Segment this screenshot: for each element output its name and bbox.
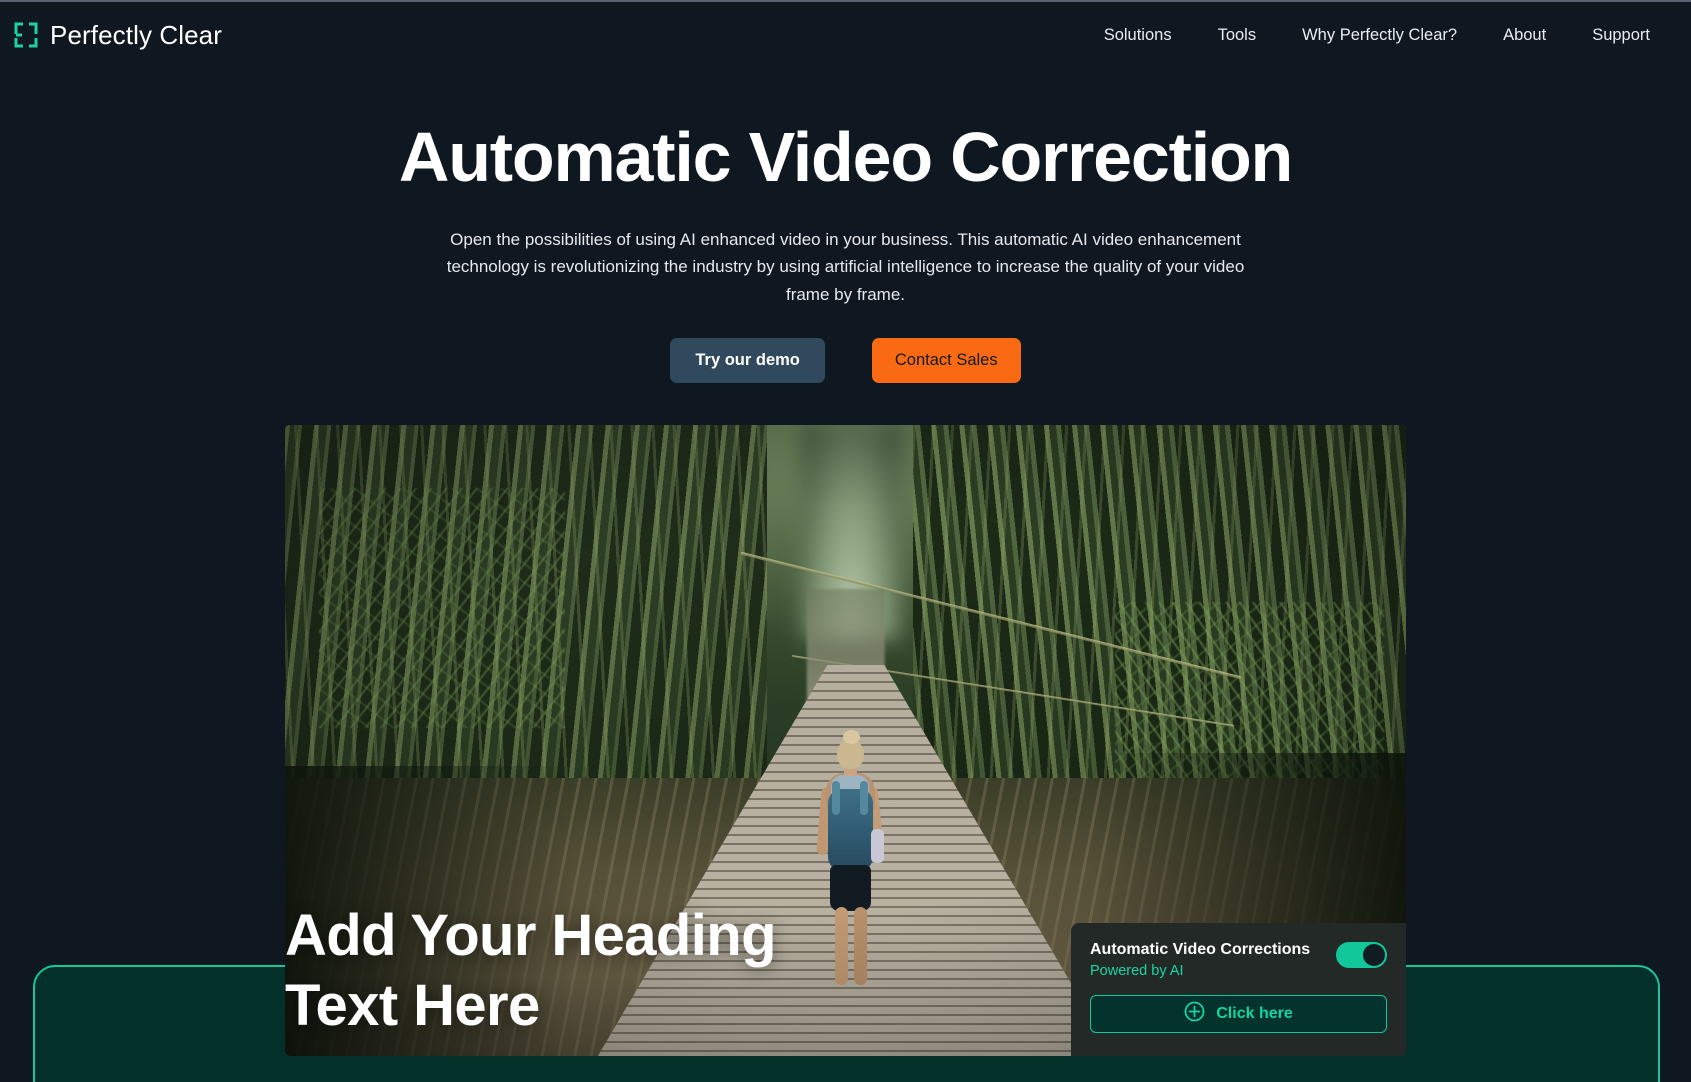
hero-button-group: Try our demo Contact Sales	[0, 338, 1691, 384]
nav-item-tools[interactable]: Tools	[1195, 18, 1280, 53]
video-corrections-card: Automatic Video Corrections Powered by A…	[1071, 923, 1406, 1056]
card-subtitle: Powered by AI	[1090, 963, 1184, 979]
nav-item-support[interactable]: Support	[1569, 18, 1673, 53]
main-navigation: Solutions Tools Why Perfectly Clear? Abo…	[1081, 18, 1673, 53]
auto-corrections-toggle[interactable]	[1336, 942, 1387, 968]
video-preview[interactable]: Add Your Heading Text Here Automatic Vid…	[285, 425, 1406, 1056]
contact-sales-button[interactable]: Contact Sales	[871, 338, 1021, 384]
hero-section: Automatic Video Correction Open the poss…	[0, 68, 1691, 384]
toggle-knob	[1363, 944, 1385, 966]
nav-item-solutions[interactable]: Solutions	[1081, 18, 1195, 53]
page-title: Automatic Video Correction	[398, 118, 1293, 196]
nav-item-why[interactable]: Why Perfectly Clear?	[1279, 18, 1480, 53]
try-demo-button[interactable]: Try our demo	[670, 338, 825, 384]
brand-logo[interactable]: Perfectly Clear	[12, 20, 222, 51]
card-text-block: Automatic Video Corrections Powered by A…	[1090, 940, 1310, 979]
page-root: Perfectly Clear Solutions Tools Why Perf…	[0, 0, 1691, 1082]
site-header: Perfectly Clear Solutions Tools Why Perf…	[0, 2, 1691, 68]
click-here-label: Click here	[1216, 1005, 1293, 1022]
card-header-row: Automatic Video Corrections Powered by A…	[1090, 940, 1387, 979]
hero-subtitle: Open the possibilities of using AI enhan…	[446, 229, 1245, 304]
bracket-logo-icon	[12, 21, 40, 49]
nav-item-about[interactable]: About	[1480, 18, 1569, 53]
plus-circle-icon	[1184, 1001, 1205, 1027]
brand-name: Perfectly Clear	[50, 19, 222, 50]
click-here-button[interactable]: Click here	[1090, 995, 1387, 1033]
card-title: Automatic Video Corrections	[1090, 941, 1311, 958]
